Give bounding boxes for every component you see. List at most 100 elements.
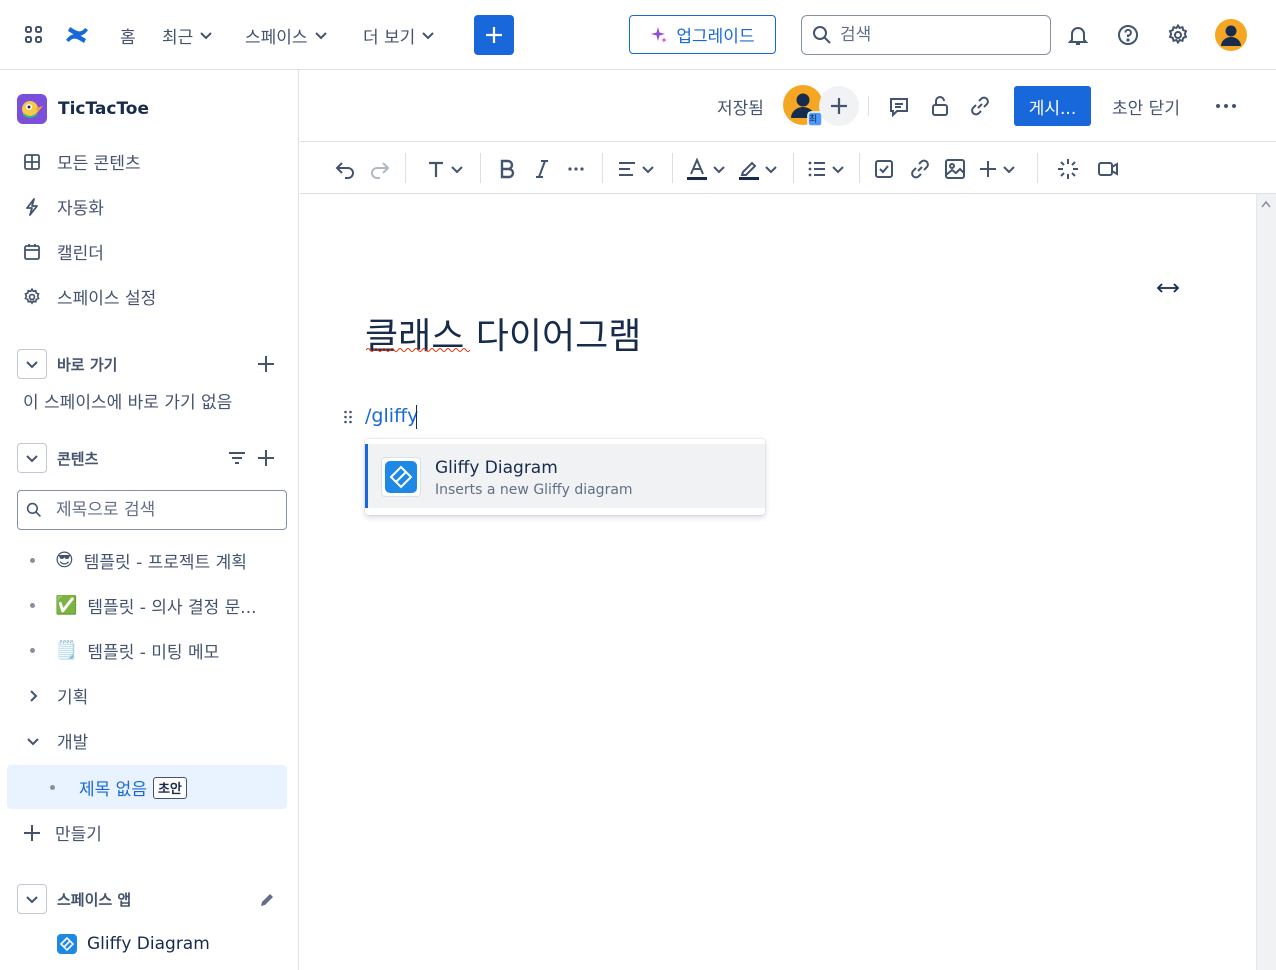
nav-recent-label: 최근 — [162, 27, 194, 48]
publish-button[interactable]: 게시... — [1014, 86, 1091, 126]
create-item[interactable]: 만들기 — [22, 820, 102, 845]
unlock-icon[interactable] — [929, 95, 951, 117]
sidebar-item-all-content[interactable]: 모든 콘텐츠 — [23, 149, 141, 174]
global-search[interactable] — [801, 15, 1051, 55]
tree-item[interactable]: ✅ 템플릿 - 의사 결정 문... — [30, 593, 257, 618]
italic-icon[interactable] — [533, 155, 551, 183]
add-content-plus-icon[interactable] — [256, 448, 276, 468]
tree-item-label: 개발 — [57, 733, 89, 753]
grid-icon — [23, 153, 41, 171]
space-header[interactable]: TicTacToe — [17, 94, 149, 124]
app-switcher-icon[interactable] — [24, 25, 44, 45]
tree-item-untitled[interactable]: 제목 없음 초안 — [50, 775, 187, 800]
toolbar-divider — [793, 153, 794, 183]
text-color-dropdown[interactable] — [686, 155, 726, 183]
checkbox-icon[interactable] — [874, 155, 894, 183]
link-icon[interactable] — [969, 95, 991, 117]
sidebar-item-calendar[interactable]: 캘린더 — [23, 239, 104, 264]
undo-icon[interactable] — [334, 155, 356, 183]
toolbar-divider — [480, 153, 481, 183]
help-icon[interactable] — [1117, 24, 1139, 46]
user-avatar[interactable] — [1215, 19, 1247, 51]
content-title: 콘텐츠 — [57, 449, 99, 468]
gliffy-option-subtitle: Inserts a new Gliffy diagram — [435, 482, 633, 498]
insert-link-icon[interactable] — [909, 155, 931, 183]
nav-recent-dropdown[interactable]: 최근 — [162, 20, 213, 50]
page-emoji-icon: 🗒️ — [55, 640, 78, 661]
shortcuts-title: 바로 가기 — [57, 355, 118, 374]
comment-icon[interactable] — [888, 96, 910, 118]
chevron-down-icon — [641, 162, 655, 176]
gliffy-diagram-icon — [381, 457, 421, 497]
invite-plus-button[interactable] — [819, 86, 859, 126]
nav-spaces-dropdown[interactable]: 스페이스 — [245, 20, 328, 50]
editor-content[interactable]: 클래스 다이어그램 /gliffy Gliffy Diagram Inserts… — [300, 194, 1256, 970]
shortcuts-collapse-button[interactable] — [17, 349, 47, 379]
pencil-edit-icon[interactable] — [259, 892, 275, 908]
toolbar-divider — [1037, 153, 1038, 183]
space-apps-collapse-button[interactable] — [17, 884, 47, 914]
draft-badge: 초안 — [152, 776, 187, 799]
content-collapse-button[interactable] — [17, 443, 47, 473]
confluence-logo-icon[interactable] — [64, 22, 90, 48]
header-divider — [868, 96, 869, 116]
drag-handle-icon[interactable] — [343, 409, 353, 425]
tree-folder-dev[interactable]: 개발 — [26, 728, 88, 753]
title-search-input[interactable] — [56, 500, 276, 520]
list-dropdown[interactable] — [807, 155, 845, 183]
title-search[interactable] — [17, 490, 287, 530]
search-icon — [26, 502, 42, 518]
space-apps-section-header: 스페이스 앱 — [17, 884, 131, 914]
nav-more-label: 더 보기 — [363, 27, 416, 48]
sidebar-item-space-settings[interactable]: 스페이스 설정 — [23, 284, 156, 309]
expand-width-icon[interactable] — [1156, 280, 1180, 296]
chevron-down-icon — [25, 892, 39, 906]
sidebar-item-label: 캘린더 — [57, 244, 104, 264]
tree-bullet — [50, 785, 55, 790]
space-app-label: Gliffy Diagram — [87, 934, 210, 954]
sidebar-item-automation[interactable]: 자동화 — [23, 194, 104, 219]
alignment-dropdown[interactable] — [617, 155, 655, 183]
tree-item[interactable]: 😎 템플릿 - 프로젝트 계획 — [30, 548, 247, 573]
text-style-dropdown[interactable] — [426, 155, 464, 183]
scrollbar[interactable] — [1256, 194, 1276, 970]
gliffy-option-title: Gliffy Diagram — [435, 458, 558, 478]
image-icon[interactable] — [944, 155, 966, 183]
nav-home[interactable]: 홈 — [120, 20, 136, 50]
scroll-up-arrow-icon[interactable] — [1261, 200, 1271, 208]
more-options-icon[interactable] — [1214, 96, 1238, 116]
page-emoji-icon: 😎 — [55, 550, 74, 571]
tree-item[interactable]: 🗒️ 템플릿 - 미팅 메모 — [30, 638, 219, 663]
tree-folder-planning[interactable]: 기획 — [26, 683, 88, 708]
sidebar-item-label: 스페이스 설정 — [57, 289, 157, 309]
filter-icon[interactable] — [227, 448, 247, 468]
ai-sparkle-icon[interactable] — [1057, 155, 1079, 183]
bold-icon[interactable] — [498, 155, 516, 183]
settings-gear-icon[interactable] — [1167, 24, 1189, 46]
tree-item-label: 템플릿 - 의사 결정 문... — [87, 598, 257, 618]
space-apps-title: 스페이스 앱 — [57, 890, 132, 909]
add-shortcut-plus-icon[interactable] — [256, 354, 276, 374]
sidebar-item-label: 자동화 — [57, 199, 104, 219]
upgrade-button[interactable]: 업그레이드 — [629, 15, 776, 54]
global-search-input[interactable] — [840, 25, 1030, 45]
saved-status: 저장됨 — [717, 99, 764, 119]
more-formatting-icon[interactable] — [566, 155, 586, 183]
gear-icon — [23, 287, 41, 306]
notifications-bell-icon[interactable] — [1067, 24, 1089, 46]
nav-more-dropdown[interactable]: 더 보기 — [363, 20, 435, 50]
close-draft-button[interactable]: 초안 닫기 — [1112, 94, 1180, 119]
text-color-icon — [686, 157, 708, 181]
highlight-dropdown[interactable] — [738, 155, 778, 183]
gliffy-diagram-option[interactable]: Gliffy Diagram Inserts a new Gliffy diag… — [365, 444, 765, 508]
plus-icon — [978, 159, 998, 179]
chevron-down-icon — [450, 162, 464, 176]
space-app-gliffy[interactable]: Gliffy Diagram — [57, 934, 210, 954]
video-icon[interactable] — [1097, 155, 1119, 183]
redo-icon[interactable] — [369, 155, 391, 183]
slash-command-text[interactable]: /gliffy — [365, 405, 418, 427]
insert-dropdown[interactable] — [978, 155, 1016, 183]
calendar-icon — [23, 243, 41, 261]
gliffy-logo-icon — [57, 934, 77, 954]
create-button[interactable] — [474, 15, 514, 55]
